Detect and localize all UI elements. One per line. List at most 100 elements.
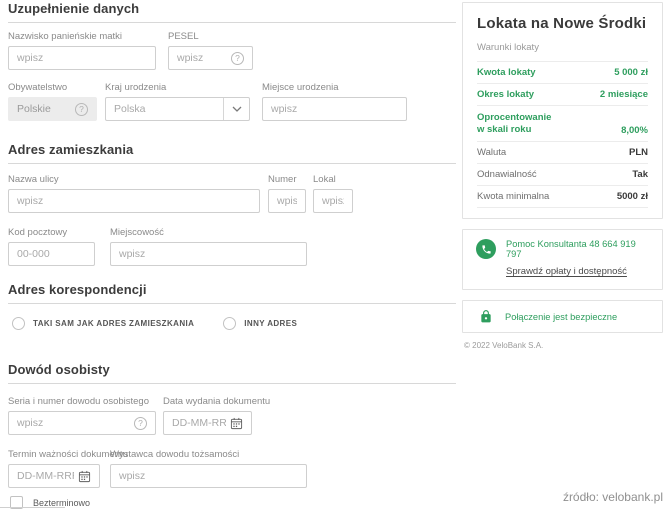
fees-availability-link[interactable]: Sprawdź opłaty i dostępność bbox=[506, 266, 627, 277]
section-correspondence-address: Adres korespondencji TAKI SAM JAK ADRES … bbox=[8, 283, 456, 330]
apartment-input[interactable] bbox=[322, 195, 344, 207]
mother-maiden-name-box bbox=[8, 46, 156, 70]
secure-connection-text: Połączenie jest bezpieczne bbox=[505, 312, 617, 322]
summary-row-interest: Oprocentowanie w skali roku 8,00% bbox=[477, 106, 648, 142]
field-pesel: PESEL ? bbox=[168, 31, 253, 70]
section-title-correspondence: Adres korespondencji bbox=[8, 283, 456, 304]
consultant-row: Pomoc Konsultanta 48 664 919 797 bbox=[476, 239, 649, 259]
field-number: Numer bbox=[268, 174, 306, 213]
section-residence-address: Adres zamieszkania Nazwa ulicy Numer Lok… bbox=[8, 143, 456, 266]
section-id-document: Dowód osobisty Seria i numer dowodu osob… bbox=[8, 363, 456, 509]
deposit-subtitle: Warunki lokaty bbox=[477, 42, 648, 62]
field-street: Nazwa ulicy bbox=[8, 174, 260, 213]
row-residence-2: Kod pocztowy Miejscowość bbox=[8, 227, 456, 266]
summary-row-amount: Kwota lokaty 5 000 zł bbox=[477, 62, 648, 84]
help-icon[interactable]: ? bbox=[134, 417, 147, 430]
number-box bbox=[268, 189, 306, 213]
radio-label: INNY ADRES bbox=[244, 319, 297, 328]
street-label: Nazwa ulicy bbox=[8, 174, 260, 185]
street-input[interactable] bbox=[17, 195, 251, 207]
postal-code-box bbox=[8, 242, 95, 266]
expiry-date-label: Termin ważności dokumentu bbox=[8, 449, 100, 460]
copyright: © 2022 VeloBank S.A. bbox=[462, 341, 663, 350]
summary-row-renewable: Odnawialność Tak bbox=[477, 164, 648, 186]
field-city: Miejscowość bbox=[110, 227, 307, 266]
row-label: Odnawialność bbox=[477, 169, 537, 180]
birth-country-select[interactable]: Polska bbox=[105, 97, 250, 121]
no-expiry-option[interactable]: Bezterminowo bbox=[8, 496, 456, 509]
radio-option-other-address[interactable]: INNY ADRES bbox=[223, 317, 297, 330]
summary-row-currency: Waluta PLN bbox=[477, 142, 648, 164]
postal-code-label: Kod pocztowy bbox=[8, 227, 95, 238]
number-label: Numer bbox=[268, 174, 306, 185]
row-label: Oprocentowanie w skali roku bbox=[477, 112, 561, 136]
issuer-input[interactable] bbox=[119, 470, 298, 482]
expiry-date-input[interactable] bbox=[17, 470, 74, 482]
row-label: Kwota lokaty bbox=[477, 67, 536, 78]
row-personal-1: Nazwisko panieńskie matki PESEL ? bbox=[8, 31, 456, 70]
consultant-card: Pomoc Konsultanta 48 664 919 797 Sprawdź… bbox=[462, 229, 663, 290]
field-birth-place: Miejsce urodzenia bbox=[262, 82, 407, 121]
field-citizenship: Obywatelstwo ? bbox=[8, 82, 97, 121]
radio-option-same-address[interactable]: TAKI SAM JAK ADRES ZAMIESZKANIA bbox=[12, 317, 194, 330]
postal-code-input[interactable] bbox=[17, 248, 86, 260]
city-box bbox=[110, 242, 307, 266]
issue-date-input[interactable] bbox=[172, 417, 226, 429]
help-icon[interactable]: ? bbox=[231, 52, 244, 65]
birth-country-value: Polska bbox=[114, 103, 219, 115]
field-postal-code: Kod pocztowy bbox=[8, 227, 95, 266]
field-issuer: Wystawca dowodu tożsamości bbox=[110, 449, 307, 488]
field-apartment: Lokal bbox=[313, 174, 353, 213]
help-icon[interactable]: ? bbox=[75, 103, 88, 116]
radio-icon[interactable] bbox=[12, 317, 25, 330]
deposit-title: Lokata na Nowe Środki bbox=[477, 15, 648, 33]
row-residence-1: Nazwa ulicy Numer Lokal bbox=[8, 174, 456, 213]
citizenship-label: Obywatelstwo bbox=[8, 82, 97, 93]
deposit-summary-card: Lokata na Nowe Środki Warunki lokaty Kwo… bbox=[462, 2, 663, 219]
citizenship-input bbox=[17, 103, 71, 115]
secure-connection-card: Połączenie jest bezpieczne bbox=[462, 300, 663, 333]
birth-country-label: Kraj urodzenia bbox=[105, 82, 250, 93]
apartment-box bbox=[313, 189, 353, 213]
id-number-label: Seria i numer dowodu osobistego bbox=[8, 396, 156, 407]
section-personal-data: Uzupełnienie danych Nazwisko panieńskie … bbox=[8, 2, 456, 121]
no-expiry-label: Bezterminowo bbox=[33, 498, 90, 508]
birth-place-box bbox=[262, 97, 407, 121]
radio-label: TAKI SAM JAK ADRES ZAMIESZKANIA bbox=[33, 319, 194, 328]
chevron-down-icon[interactable] bbox=[223, 98, 249, 120]
section-title-id-document: Dowód osobisty bbox=[8, 363, 456, 384]
id-number-input[interactable] bbox=[17, 417, 130, 429]
consultant-phone-text: Pomoc Konsultanta 48 664 919 797 bbox=[506, 239, 649, 259]
source-note: źródło: velobank.pl bbox=[563, 490, 663, 504]
summary-row-period: Okres lokaty 2 miesiące bbox=[477, 84, 648, 106]
row-personal-2: Obywatelstwo ? Kraj urodzenia Polska Mie… bbox=[8, 82, 456, 121]
birth-place-label: Miejsce urodzenia bbox=[262, 82, 407, 93]
section-title-residence: Adres zamieszkania bbox=[8, 143, 456, 164]
section-title-personal: Uzupełnienie danych bbox=[8, 2, 456, 23]
cropped-divider bbox=[0, 507, 65, 508]
radio-icon[interactable] bbox=[223, 317, 236, 330]
calendar-icon[interactable] bbox=[230, 417, 243, 430]
city-input[interactable] bbox=[119, 248, 298, 260]
city-label: Miejscowość bbox=[110, 227, 307, 238]
correspondence-options: TAKI SAM JAK ADRES ZAMIESZKANIA INNY ADR… bbox=[8, 317, 456, 330]
number-input[interactable] bbox=[277, 195, 297, 207]
mother-maiden-name-input[interactable] bbox=[17, 52, 147, 64]
summary-row-min-amount: Kwota minimalna 5000 zł bbox=[477, 186, 648, 208]
pesel-box: ? bbox=[168, 46, 253, 70]
row-id-1: Seria i numer dowodu osobistego ? Data w… bbox=[8, 396, 456, 435]
row-value: 8,00% bbox=[621, 125, 648, 136]
page: Uzupełnienie danych Nazwisko panieńskie … bbox=[0, 0, 670, 510]
deposit-summary-panel: Lokata na Nowe Środki Warunki lokaty Kwo… bbox=[462, 2, 663, 350]
row-value: PLN bbox=[629, 147, 648, 158]
apartment-label: Lokal bbox=[313, 174, 353, 185]
row-id-2: Termin ważności dokumentu Wystawca dowod… bbox=[8, 449, 456, 488]
calendar-icon[interactable] bbox=[78, 470, 91, 483]
row-label: Waluta bbox=[477, 147, 506, 158]
field-birth-country: Kraj urodzenia Polska bbox=[105, 82, 250, 121]
pesel-input[interactable] bbox=[177, 52, 227, 64]
row-value: 5000 zł bbox=[617, 191, 648, 202]
birth-place-input[interactable] bbox=[271, 103, 398, 115]
lock-icon bbox=[479, 309, 493, 324]
field-issue-date: Data wydania dokumentu bbox=[163, 396, 252, 435]
